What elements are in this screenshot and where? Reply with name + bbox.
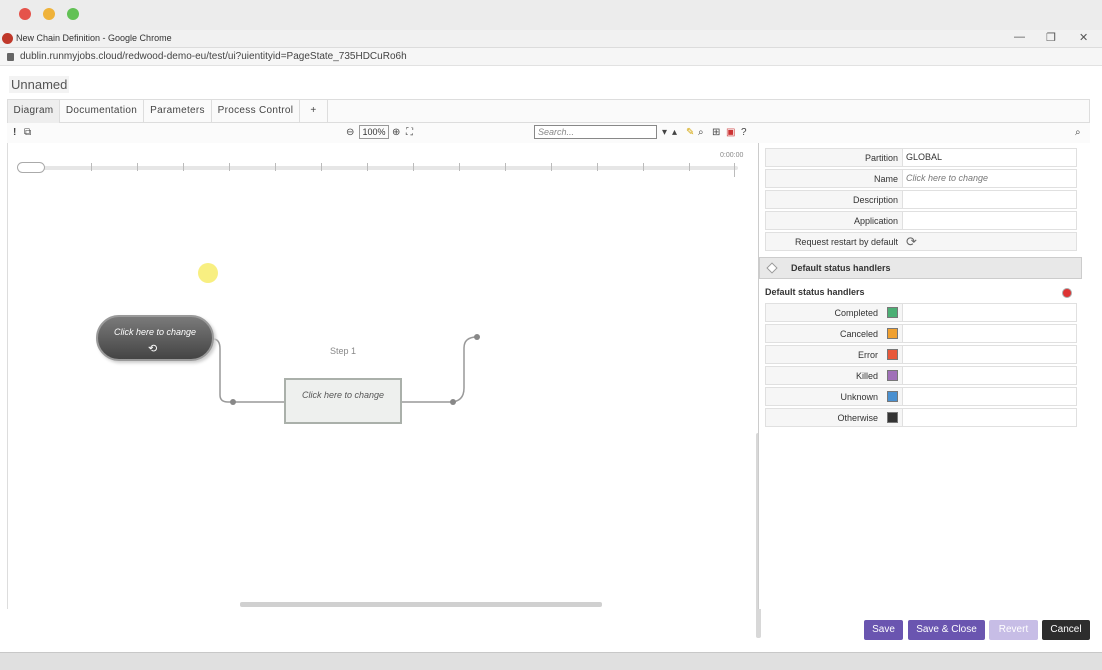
warning-icon[interactable]: ! bbox=[13, 127, 16, 138]
partition-field[interactable]: GLOBAL bbox=[902, 149, 1076, 166]
search-down-icon[interactable]: ▾ bbox=[662, 127, 667, 138]
zoom-level[interactable]: 100% bbox=[359, 125, 389, 139]
application-label: Application bbox=[766, 216, 898, 226]
application-row: Application bbox=[765, 211, 1077, 230]
os-taskbar bbox=[0, 652, 1102, 670]
restart-row: Request restart by default ⟳ bbox=[765, 232, 1077, 251]
unknown-color-icon[interactable] bbox=[887, 391, 898, 402]
restart-label: Request restart by default bbox=[766, 237, 898, 247]
status-handlers-subheader: Default status handlers bbox=[765, 287, 865, 297]
browser-window-title: New Chain Definition - Google Chrome bbox=[16, 33, 172, 43]
export-icon[interactable]: ▣ bbox=[726, 127, 735, 138]
handler-field[interactable] bbox=[902, 388, 1076, 405]
handler-row-killed: Killed bbox=[765, 366, 1077, 385]
handler-field[interactable] bbox=[902, 409, 1076, 426]
url-text[interactable]: dublin.runmyjobs.cloud/redwood-demo-eu/t… bbox=[20, 51, 407, 62]
description-row: Description bbox=[765, 190, 1077, 209]
maximize-window-button[interactable] bbox=[67, 8, 79, 20]
tab-diagram[interactable]: Diagram bbox=[8, 100, 60, 123]
tab-bar: Diagram Documentation Parameters Process… bbox=[7, 99, 1090, 123]
address-bar[interactable]: dublin.runmyjobs.cloud/redwood-demo-eu/t… bbox=[0, 48, 1102, 66]
status-handlers-section-header[interactable]: Default status handlers bbox=[759, 257, 1082, 279]
name-label: Name bbox=[766, 174, 898, 184]
handler-field[interactable] bbox=[902, 304, 1076, 321]
completed-color-icon[interactable] bbox=[887, 307, 898, 318]
zoom-out-icon[interactable]: ⊖ bbox=[346, 127, 354, 138]
handler-field[interactable] bbox=[902, 325, 1076, 342]
close-icon[interactable]: ✕ bbox=[1079, 31, 1088, 44]
section-title: Default status handlers bbox=[791, 263, 891, 273]
connector-lines bbox=[8, 143, 758, 609]
restore-icon[interactable]: ❐ bbox=[1046, 31, 1056, 44]
search-input[interactable]: Search... bbox=[534, 125, 657, 139]
zoom-search-icon[interactable]: ⌕ bbox=[698, 127, 704, 138]
highlight-icon[interactable]: ✎ bbox=[686, 127, 694, 138]
handler-row-error: Error bbox=[765, 345, 1077, 364]
page-title: Unnamed bbox=[9, 76, 69, 93]
handler-field[interactable] bbox=[902, 367, 1076, 384]
killed-color-icon[interactable] bbox=[887, 370, 898, 381]
horizontal-scrollbar[interactable] bbox=[240, 602, 602, 607]
remove-icon[interactable] bbox=[1062, 288, 1072, 298]
cancel-button[interactable]: Cancel bbox=[1042, 620, 1090, 640]
properties-panel: Partition GLOBAL Name Click here to chan… bbox=[758, 143, 1090, 609]
step-node-label[interactable]: Click here to change bbox=[286, 390, 400, 400]
tab-process-control[interactable]: Process Control bbox=[212, 100, 300, 123]
name-field[interactable]: Click here to change bbox=[902, 170, 1076, 187]
diagram-toolbar: ! ⧉ ⊖ 100% ⊕ ⛶ Search... ▾ ▴ ✎ ⌕ ⊞ ▣ ? ⌕ bbox=[7, 123, 1090, 143]
partition-label: Partition bbox=[766, 153, 898, 163]
handler-row-completed: Completed bbox=[765, 303, 1077, 322]
fit-to-screen-icon[interactable]: ⛶ bbox=[406, 127, 413, 138]
description-label: Description bbox=[766, 195, 898, 205]
lock-icon bbox=[7, 53, 14, 61]
save-button[interactable]: Save bbox=[864, 620, 903, 640]
copy-icon[interactable]: ⧉ bbox=[24, 127, 31, 138]
magnifier-icon[interactable]: ⌕ bbox=[1075, 127, 1081, 138]
minimize-icon[interactable]: — bbox=[1014, 31, 1025, 43]
handler-label: Otherwise bbox=[766, 413, 878, 423]
save-close-button[interactable]: Save & Close bbox=[908, 620, 985, 640]
chain-start-node[interactable]: Click here to change ⟲ bbox=[96, 315, 214, 361]
handler-label: Killed bbox=[766, 371, 878, 381]
collapse-diamond-icon[interactable] bbox=[766, 262, 777, 273]
step-title[interactable]: Step 1 bbox=[330, 346, 356, 356]
start-node-label[interactable]: Click here to change bbox=[98, 327, 212, 337]
description-field[interactable] bbox=[902, 191, 1076, 208]
cursor-highlight bbox=[198, 263, 218, 283]
tab-documentation[interactable]: Documentation bbox=[60, 100, 144, 123]
handler-field[interactable] bbox=[902, 346, 1076, 363]
handler-label: Canceled bbox=[766, 329, 878, 339]
tab-parameters[interactable]: Parameters bbox=[144, 100, 212, 123]
search-up-icon[interactable]: ▴ bbox=[672, 127, 677, 138]
handler-row-otherwise: Otherwise bbox=[765, 408, 1077, 427]
browser-title-bar: New Chain Definition - Google Chrome — ❐… bbox=[0, 30, 1102, 48]
revert-button[interactable]: Revert bbox=[989, 620, 1038, 640]
otherwise-color-icon[interactable] bbox=[887, 412, 898, 423]
step-node[interactable]: Click here to change bbox=[284, 378, 402, 424]
diagram-canvas[interactable]: 0:00:00 Click here to change ⟲ Step 1 Cl… bbox=[7, 143, 757, 609]
zoom-in-icon[interactable]: ⊕ bbox=[392, 127, 400, 138]
name-row: Name Click here to change bbox=[765, 169, 1077, 188]
tab-add[interactable]: + bbox=[300, 100, 328, 123]
restart-icon: ⟲ bbox=[148, 342, 157, 355]
restart-toggle-icon[interactable]: ⟳ bbox=[906, 234, 917, 250]
handler-row-canceled: Canceled bbox=[765, 324, 1077, 343]
canceled-color-icon[interactable] bbox=[887, 328, 898, 339]
layout-icon[interactable]: ⊞ bbox=[712, 127, 720, 138]
handler-label: Unknown bbox=[766, 392, 878, 402]
window-titlebar bbox=[0, 0, 1102, 30]
error-color-icon[interactable] bbox=[887, 349, 898, 360]
partition-row: Partition GLOBAL bbox=[765, 148, 1077, 167]
redwood-logo-icon bbox=[2, 33, 13, 44]
application-field[interactable] bbox=[902, 212, 1076, 229]
handler-label: Completed bbox=[766, 308, 878, 318]
help-icon[interactable]: ? bbox=[741, 127, 747, 138]
close-window-button[interactable] bbox=[19, 8, 31, 20]
handler-row-unknown: Unknown bbox=[765, 387, 1077, 406]
minimize-window-button[interactable] bbox=[43, 8, 55, 20]
handler-label: Error bbox=[766, 350, 878, 360]
